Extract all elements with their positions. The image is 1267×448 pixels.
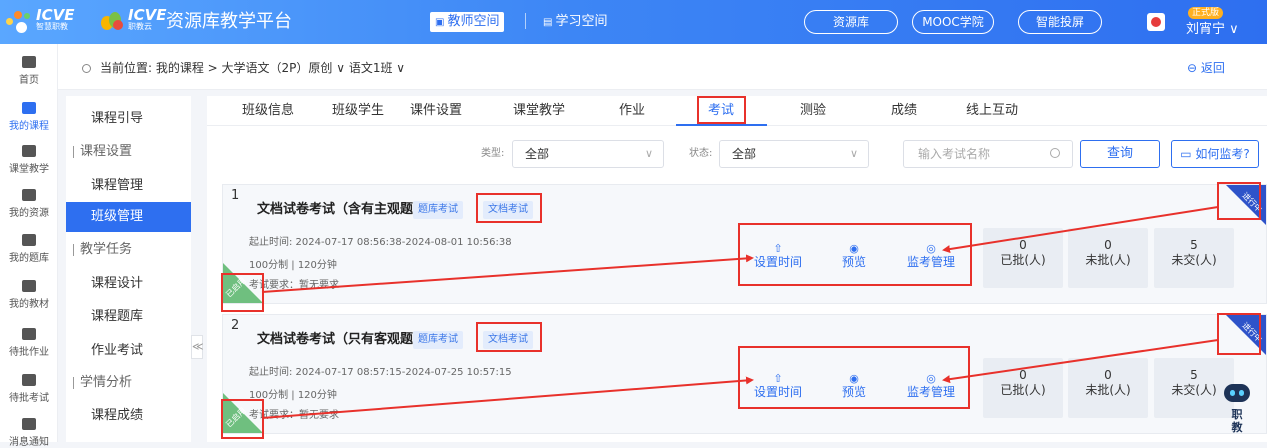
assistant-label: 职教: [1231, 408, 1243, 434]
robot-icon: [1224, 384, 1250, 402]
ai-assistant-button[interactable]: 职教: [1222, 384, 1252, 442]
annotation-arrows: [261, 206, 1219, 419]
